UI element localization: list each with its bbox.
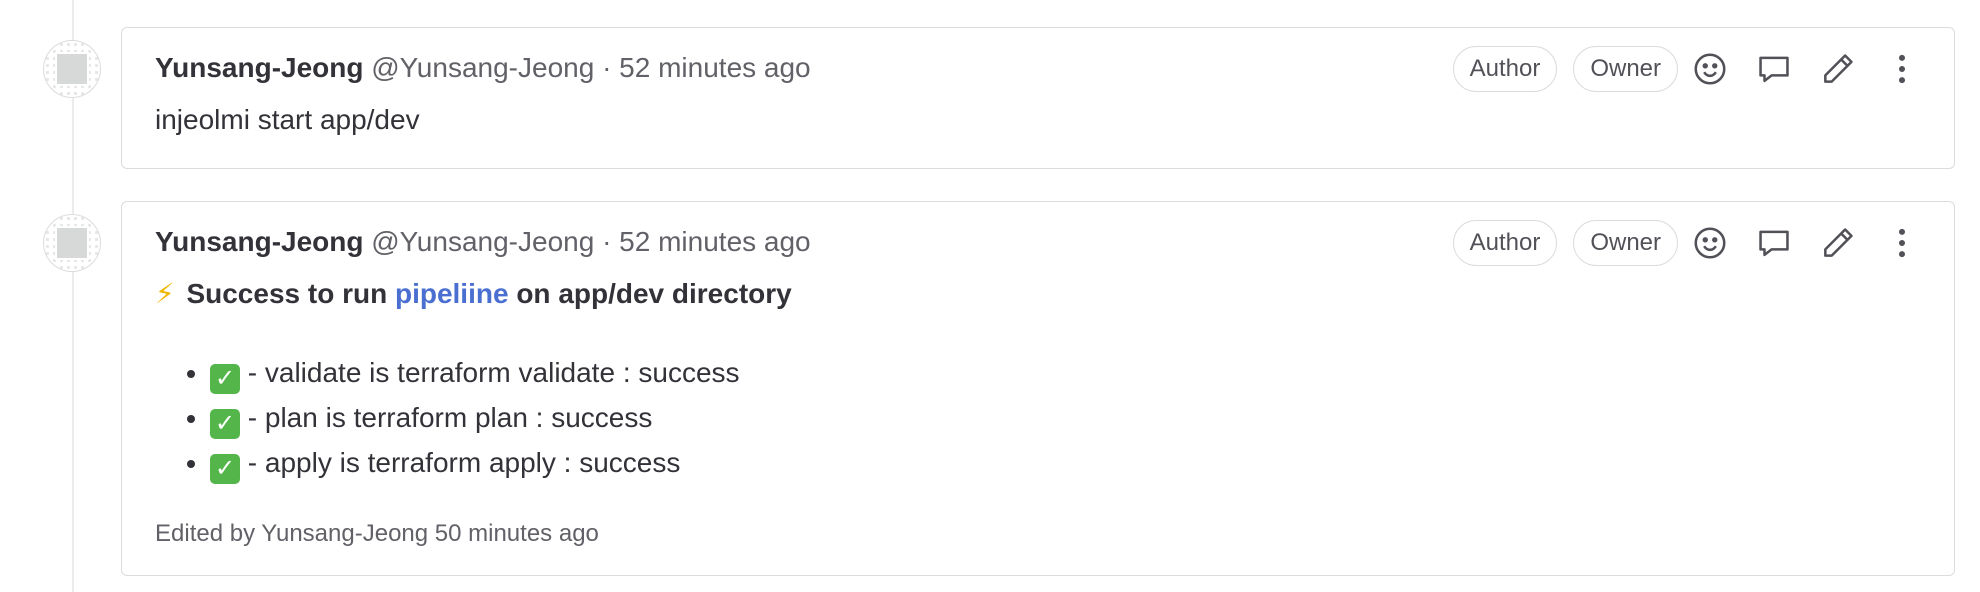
pencil-icon (1824, 54, 1853, 83)
edited-note: Edited by Yunsang-Jeong 50 minutes ago (155, 520, 599, 547)
kebab-menu-icon (1898, 54, 1906, 84)
author-badge: Author (1452, 220, 1558, 266)
avatar[interactable] (43, 214, 101, 272)
note-actions: Author Owner (1437, 220, 1934, 266)
comment-icon (1759, 56, 1789, 83)
timestamp[interactable]: 52 minutes ago (619, 52, 810, 83)
check-mark-icon: ✓ (210, 454, 240, 484)
author-handle[interactable]: @Yunsang-Jeong (371, 52, 594, 83)
list-item: ✓ - validate is terraform validate : suc… (210, 350, 740, 395)
pipeline-summary: ⚡ Success to run pipeliine on app/dev di… (155, 276, 792, 312)
edit-button[interactable] (1806, 220, 1870, 266)
add-reaction-button[interactable] (1678, 220, 1742, 266)
author-handle[interactable]: @Yunsang-Jeong (371, 226, 594, 257)
owner-badge: Owner (1573, 220, 1678, 266)
more-actions-button[interactable] (1870, 46, 1934, 92)
check-mark-icon: ✓ (210, 364, 240, 394)
avatar[interactable] (43, 40, 101, 98)
author-badge: Author (1452, 46, 1558, 92)
reply-button[interactable] (1742, 46, 1806, 92)
lightning-icon: ⚡ (155, 278, 175, 309)
separator: · (602, 226, 612, 257)
summary-prefix: Success to run (186, 278, 388, 309)
note-card: Yunsang-Jeong @Yunsang-Jeong · 52 minute… (121, 201, 1955, 576)
smiley-icon (1694, 227, 1726, 259)
smiley-icon (1694, 53, 1726, 85)
summary-suffix: on app/dev directory (516, 278, 792, 309)
note-header: Yunsang-Jeong @Yunsang-Jeong · 52 minute… (155, 224, 811, 260)
comment-icon (1759, 230, 1789, 257)
author-name[interactable]: Yunsang-Jeong (155, 226, 363, 257)
list-item: ✓ - plan is terraform plan : success (210, 395, 740, 440)
separator: · (602, 52, 612, 83)
timestamp[interactable]: 52 minutes ago (619, 226, 810, 257)
more-actions-button[interactable] (1870, 220, 1934, 266)
result-text: - validate is terraform validate : succe… (247, 357, 740, 388)
owner-badge: Owner (1573, 46, 1678, 92)
result-text: - apply is terraform apply : success (247, 447, 681, 478)
edit-button[interactable] (1806, 46, 1870, 92)
check-mark-icon: ✓ (210, 409, 240, 439)
pipeline-link[interactable]: pipeliine (395, 278, 509, 309)
kebab-menu-icon (1898, 228, 1906, 258)
pencil-icon (1824, 228, 1853, 257)
author-name[interactable]: Yunsang-Jeong (155, 52, 363, 83)
result-text: - plan is terraform plan : success (247, 402, 653, 433)
note-card: Yunsang-Jeong @Yunsang-Jeong · 52 minute… (121, 27, 1955, 169)
list-item: ✓ - apply is terraform apply : success (210, 440, 740, 485)
results-list: ✓ - validate is terraform validate : suc… (182, 350, 740, 485)
note-actions: Author Owner (1437, 46, 1934, 92)
note-header: Yunsang-Jeong @Yunsang-Jeong · 52 minute… (155, 50, 811, 86)
note-body: injeolmi start app/dev (155, 104, 420, 135)
reply-button[interactable] (1742, 220, 1806, 266)
add-reaction-button[interactable] (1678, 46, 1742, 92)
